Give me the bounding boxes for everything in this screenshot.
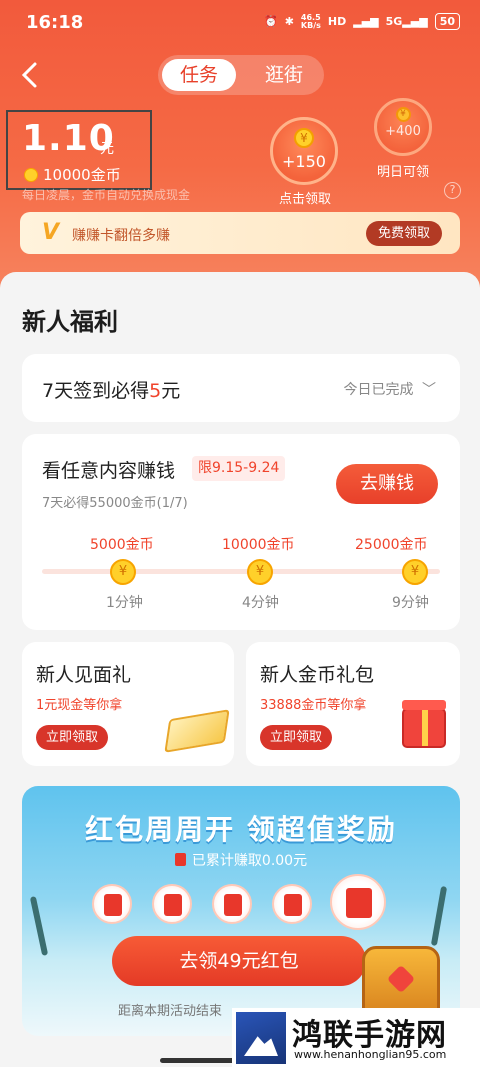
chevron-left-icon: [21, 62, 37, 88]
red-envelope-icon: [92, 884, 132, 924]
milestone-time: 9分钟: [392, 595, 429, 611]
main-content: 新人福利 7天签到必得5元 今日已完成 ﹀ 看任意内容赚钱 限9.15-9.24…: [0, 272, 480, 1067]
gift-title: 新人金币礼包: [260, 664, 375, 686]
coin-balance: 10000金币: [24, 164, 121, 185]
yen-coin-icon: ¥: [247, 559, 273, 585]
coin-icon: [24, 167, 38, 182]
gift-box-icon: [402, 700, 446, 748]
header: 16:18 ⏰ ✱ 46.5 KB/s HD ▂▄▆ 5G▂▄▆ 50 任务 逛街…: [0, 0, 480, 300]
progress-track: [42, 569, 440, 574]
watermark-logo-icon: [236, 1012, 286, 1064]
milestone-time: 4分钟: [242, 595, 279, 611]
tomorrow-bubble-label: 明日可领: [376, 165, 429, 180]
cash-stack-icon: [164, 709, 230, 753]
red-envelope-icon: [330, 874, 386, 930]
welcome-gift-card[interactable]: 新人见面礼 1元现金等你拿 立即领取: [22, 642, 234, 766]
claim-bubble-value: +150: [282, 152, 326, 171]
v-badge-icon: V: [42, 220, 60, 245]
milestone-amount: 5000金币: [90, 537, 154, 553]
status-time: 16:18: [26, 12, 84, 33]
watch-task-card: 看任意内容赚钱 限9.15-9.24 7天必得55000金币(1/7) 去赚钱 …: [22, 434, 460, 630]
watermark: 鸿联手游网 www.henanhonglian95.com: [232, 1008, 480, 1067]
tab-shopping[interactable]: 逛街: [248, 59, 320, 91]
section-title: 新人福利: [22, 308, 118, 336]
double-card-promo[interactable]: V 赚赚卡翻倍多赚 免费领取: [20, 212, 460, 254]
tomorrow-bubble-value: +400: [385, 124, 421, 139]
status-bar: 16:18 ⏰ ✱ 46.5 KB/s HD ▂▄▆ 5G▂▄▆ 50: [0, 0, 480, 48]
countdown-label: 距离本期活动结束: [118, 1004, 223, 1019]
gift-subtitle: 33888金币等你拿: [260, 698, 367, 713]
net-speed: 46.5 KB/s: [300, 12, 321, 30]
balance-panel[interactable]: 1.10 元 10000金币: [6, 110, 152, 190]
balance-unit: 元: [100, 141, 114, 157]
yen-coin-icon: ¥: [402, 559, 428, 585]
milestone-time: 1分钟: [106, 595, 143, 611]
yen-coin-icon: ¥: [395, 107, 411, 122]
claim-red-packet-button[interactable]: 去领49元红包: [112, 936, 366, 986]
task-subtitle: 7天必得55000金币(1/7): [42, 496, 188, 511]
exchange-hint: 每日凌晨，金币自动兑换成现金: [22, 188, 191, 202]
task-date-tag: 限9.15-9.24: [192, 456, 286, 481]
red-packet-icon: [174, 853, 186, 866]
palm-tree-decoration: [29, 896, 49, 956]
coin-amount: 10000金币: [43, 166, 121, 184]
signal-icon: ▂▄▆: [353, 15, 379, 28]
claim-bubble-label: 点击领取: [278, 192, 331, 207]
top-tabs: 任务 逛街: [158, 55, 324, 95]
status-icons: ⏰ ✱ 46.5 KB/s HD ▂▄▆ 5G▂▄▆ 50: [264, 13, 460, 30]
signin-status[interactable]: 今日已完成 ﹀: [344, 379, 436, 399]
coin-gift-card[interactable]: 新人金币礼包 33888金币等你拿 立即领取: [246, 642, 460, 766]
promo-text: 赚赚卡翻倍多赚: [72, 228, 170, 244]
task-title: 看任意内容赚钱: [42, 460, 176, 482]
yen-coin-icon: ¥: [110, 559, 136, 585]
alarm-icon: ⏰: [263, 15, 278, 28]
signin-amount: 5: [149, 380, 162, 402]
signin-text: 7天签到必得5元: [42, 380, 181, 402]
bluetooth-icon: ✱: [284, 15, 294, 28]
claim-bubble[interactable]: ¥ +150: [270, 117, 338, 185]
watermark-url: www.henanhonglian95.com: [294, 1048, 447, 1061]
hd-icon: HD: [327, 15, 347, 28]
back-button[interactable]: [18, 60, 42, 90]
tomorrow-bubble[interactable]: ¥ +400: [374, 98, 432, 156]
red-envelope-icon: [272, 884, 312, 924]
gift-subtitle: 1元现金等你拿: [36, 698, 123, 713]
gift-title: 新人见面礼: [36, 664, 132, 686]
question-icon[interactable]: ?: [444, 182, 461, 199]
claim-now-button[interactable]: 立即领取: [36, 725, 109, 750]
signin-card[interactable]: 7天签到必得5元 今日已完成 ﹀: [22, 354, 460, 422]
milestone-amount: 25000金币: [355, 537, 428, 553]
earn-button[interactable]: 去赚钱: [336, 464, 438, 504]
accumulated-earnings: 已累计赚取0.00元: [22, 850, 460, 870]
milestone-amount: 10000金币: [222, 537, 295, 553]
yen-coin-icon: ¥: [294, 128, 314, 148]
free-claim-button[interactable]: 免费领取: [365, 221, 442, 246]
tab-tasks[interactable]: 任务: [162, 59, 236, 91]
red-envelope-icon: [152, 884, 192, 924]
red-envelope-icon: [212, 884, 252, 924]
chevron-down-icon: ﹀: [422, 382, 436, 398]
5g-icon: 5G▂▄▆: [385, 15, 428, 28]
battery-icon: 50: [434, 13, 460, 30]
claim-now-button[interactable]: 立即领取: [260, 725, 333, 750]
palm-tree-decoration: [430, 885, 448, 947]
red-packet-banner[interactable]: 红包周周开 领超值奖励 已累计赚取0.00元 去领49元红包 距离本期活动结束: [22, 786, 460, 1036]
banner-title: 红包周周开 领超值奖励: [85, 813, 397, 846]
